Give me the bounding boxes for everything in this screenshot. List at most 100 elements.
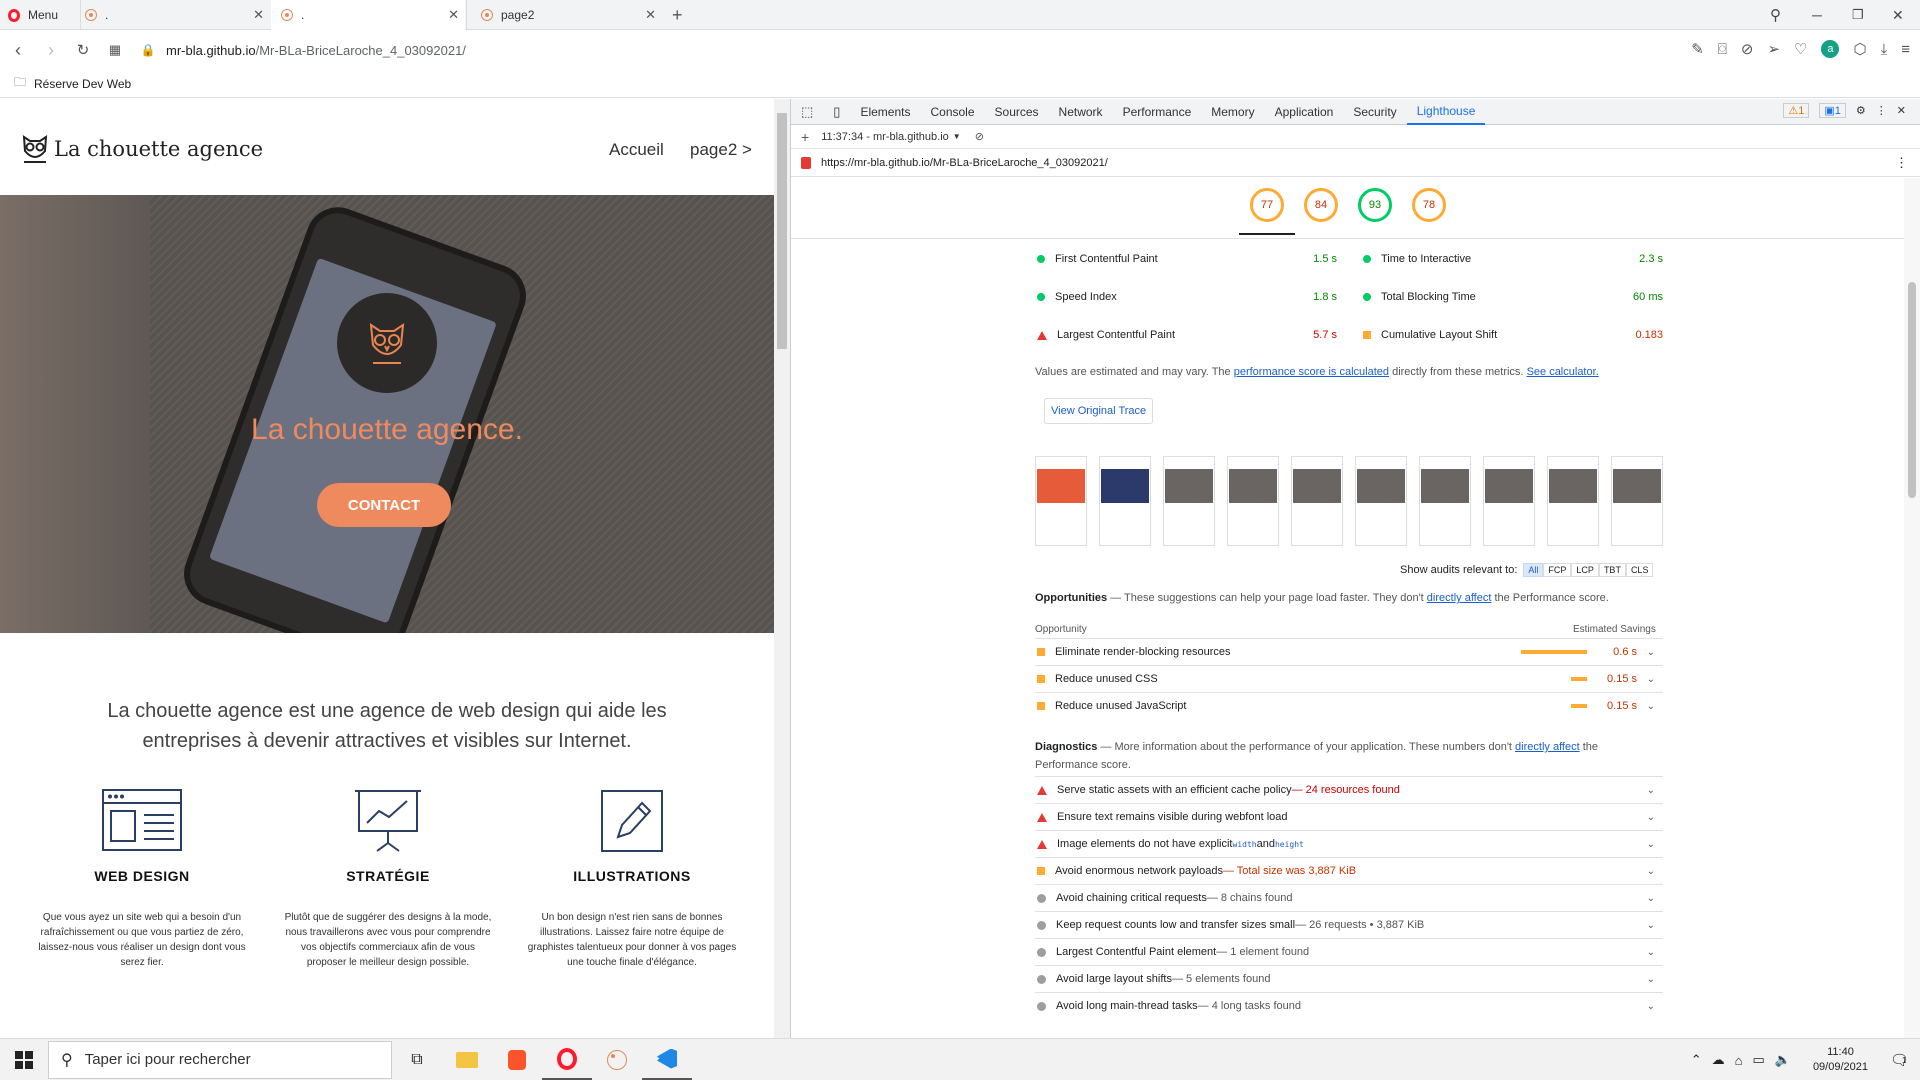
adblock-icon[interactable]: ⊘ [1741, 40, 1754, 58]
chevron-down-icon[interactable]: ⌄ [1647, 893, 1655, 904]
new-report-icon[interactable]: + [801, 129, 809, 145]
nav-accueil[interactable]: Accueil [609, 140, 664, 160]
diagnostic-row[interactable]: Avoid long main-thread tasks — 4 long ta… [1035, 992, 1663, 1019]
filter-cls[interactable]: CLS [1625, 563, 1654, 577]
chevron-down-icon[interactable]: ⌄ [1647, 1001, 1655, 1012]
diagnostic-row[interactable]: Ensure text remains visible during webfo… [1035, 803, 1663, 830]
chevron-down-icon[interactable]: ⌄ [1647, 812, 1655, 823]
score-calculated-link[interactable]: performance score is calculated [1234, 366, 1389, 378]
new-tab-button[interactable]: + [672, 0, 692, 30]
tab-3[interactable]: page2 ✕ [466, 0, 662, 30]
heart-icon[interactable]: ♡ [1794, 40, 1807, 58]
nav-page2[interactable]: page2 > [690, 140, 752, 160]
diagnostic-row[interactable]: Avoid chaining critical requests — 8 cha… [1035, 884, 1663, 911]
inspect-element-icon[interactable]: ⬚ [791, 99, 823, 125]
tab-lighthouse[interactable]: Lighthouse [1406, 99, 1486, 125]
cube-icon[interactable]: ⬡ [1853, 40, 1866, 58]
diagnostic-row[interactable]: Avoid enormous network payloads — Total … [1035, 857, 1663, 884]
clock[interactable]: 11:40 09/09/2021 [1813, 1045, 1868, 1075]
chevron-down-icon[interactable]: ⌄ [1647, 866, 1655, 877]
close-devtools-icon[interactable]: ✕ [1897, 104, 1906, 117]
opportunity-row[interactable]: Reduce unused CSS 0.15 s ⌄ [1035, 665, 1663, 692]
filter-lcp[interactable]: LCP [1571, 563, 1599, 577]
chevron-down-icon[interactable]: ⌄ [1647, 674, 1655, 685]
more-options-icon[interactable]: ⋮ [1876, 104, 1887, 117]
edit-page-icon[interactable]: ✎ [1691, 40, 1704, 58]
close-tab-icon[interactable]: ✕ [645, 7, 656, 23]
chevron-down-icon[interactable]: ⌄ [1647, 920, 1655, 931]
opera-taskbar-icon[interactable] [542, 1040, 592, 1080]
forward-icon[interactable]: › [36, 40, 66, 61]
tab-memory[interactable]: Memory [1201, 99, 1264, 125]
restore-icon[interactable]: ❐ [1852, 0, 1864, 30]
tab-console[interactable]: Console [920, 99, 984, 125]
messages-badge[interactable]: ▣1 [1819, 103, 1846, 118]
tabs-grid-icon[interactable]: ▦ [100, 42, 130, 58]
diagnostic-row[interactable]: Largest Contentful Paint element — 1 ele… [1035, 938, 1663, 965]
windows-start-icon[interactable] [0, 1050, 48, 1069]
tab-security[interactable]: Security [1343, 99, 1406, 125]
opportunity-row[interactable]: Reduce unused JavaScript 0.15 s ⌄ [1035, 692, 1663, 719]
filter-fcp[interactable]: FCP [1543, 563, 1572, 577]
close-window-icon[interactable]: ✕ [1892, 0, 1904, 30]
tab-2-active[interactable]: . ✕ [271, 0, 465, 30]
diagnostic-row[interactable]: Serve static assets with an efficient ca… [1035, 776, 1663, 803]
chevron-down-icon[interactable]: ⌄ [1647, 974, 1655, 985]
tab-sources[interactable]: Sources [985, 99, 1049, 125]
tab-elements[interactable]: Elements [850, 99, 920, 125]
chevron-down-icon[interactable]: ⌄ [1647, 785, 1655, 796]
close-tab-icon[interactable]: ✕ [448, 7, 459, 23]
score-best-practices[interactable]: 93 [1358, 188, 1392, 222]
search-tabs-icon[interactable]: ⚲ [1770, 0, 1781, 30]
diagnostic-row[interactable]: Image elements do not have explicit widt… [1035, 830, 1663, 857]
devtools-scrollbar[interactable] [1904, 178, 1920, 1038]
dropdown-arrow-icon[interactable]: ▼ [953, 132, 961, 141]
opportunity-row[interactable]: Eliminate render-blocking resources 0.6 s… [1035, 638, 1663, 665]
report-selector[interactable]: 11:37:34 - mr-bla.github.io [821, 131, 949, 143]
taskbar-search-box[interactable]: ⚲ Taper ici pour rechercher [48, 1040, 392, 1079]
owl-app-icon[interactable] [592, 1049, 642, 1070]
bookmark-reserve-dev-web[interactable]: Réserve Dev Web [34, 77, 131, 91]
settings-gear-icon[interactable]: ⚙ [1856, 104, 1866, 117]
score-accessibility[interactable]: 84 [1304, 188, 1338, 222]
tray-up-icon[interactable]: ⌃ [1691, 1052, 1702, 1068]
site-logo-text[interactable]: La chouette agence [54, 137, 263, 161]
vscode-icon[interactable] [642, 1040, 692, 1080]
site-scrollbar[interactable] [774, 99, 790, 1038]
minimize-icon[interactable]: ─ [1812, 0, 1822, 30]
notifications-icon[interactable]: 🗨 1 [1890, 1051, 1920, 1069]
diagnostic-row[interactable]: Keep request counts low and transfer siz… [1035, 911, 1663, 938]
close-tab-icon[interactable]: ✕ [253, 7, 264, 23]
report-menu-icon[interactable]: ⋮ [1895, 155, 1908, 171]
device-toolbar-icon[interactable]: ▯ [823, 99, 850, 125]
report-url[interactable]: https://mr-bla.github.io/Mr-BLa-BriceLar… [821, 157, 1108, 169]
chevron-down-icon[interactable]: ⌄ [1647, 947, 1655, 958]
tray-device-icon[interactable]: ▭ [1752, 1052, 1764, 1068]
score-seo[interactable]: 78 [1412, 188, 1446, 222]
task-view-icon[interactable]: ⧉ [392, 1051, 442, 1069]
contact-button[interactable]: CONTACT [317, 483, 451, 527]
tab-performance[interactable]: Performance [1113, 99, 1202, 125]
devtools-scrollbar-thumb[interactable] [1908, 282, 1916, 498]
onedrive-icon[interactable]: ☁ [1712, 1052, 1725, 1068]
directly-affect-link[interactable]: directly affect [1427, 592, 1492, 604]
send-icon[interactable]: ➢ [1767, 40, 1780, 58]
camera-icon[interactable]: ⌼ [1718, 40, 1727, 58]
opera-menu-button[interactable]: Menu [0, 0, 80, 30]
volume-icon[interactable]: 🔈 [1775, 1052, 1791, 1068]
url-field[interactable]: mr-bla.github.io/Mr-BLa-BriceLaroche_4_0… [166, 43, 466, 58]
view-original-trace-button[interactable]: View Original Trace [1044, 398, 1154, 424]
network-icon[interactable]: ⌂ [1735, 1053, 1743, 1068]
brave-browser-icon[interactable] [492, 1049, 542, 1070]
filter-tbt[interactable]: TBT [1598, 563, 1626, 577]
tab-application[interactable]: Application [1265, 99, 1344, 125]
chevron-down-icon[interactable]: ⌄ [1647, 647, 1655, 658]
download-icon[interactable]: ⤓ [1881, 40, 1888, 58]
score-performance[interactable]: 77 [1250, 188, 1284, 222]
reload-icon[interactable]: ↻ [66, 41, 100, 59]
extension-a-icon[interactable]: a [1821, 40, 1840, 58]
filter-all[interactable]: All [1523, 563, 1544, 577]
see-calculator-link[interactable]: See calculator. [1527, 366, 1599, 378]
tab-1[interactable]: . ✕ [80, 0, 270, 30]
warnings-badge[interactable]: ⚠1 [1783, 103, 1810, 118]
